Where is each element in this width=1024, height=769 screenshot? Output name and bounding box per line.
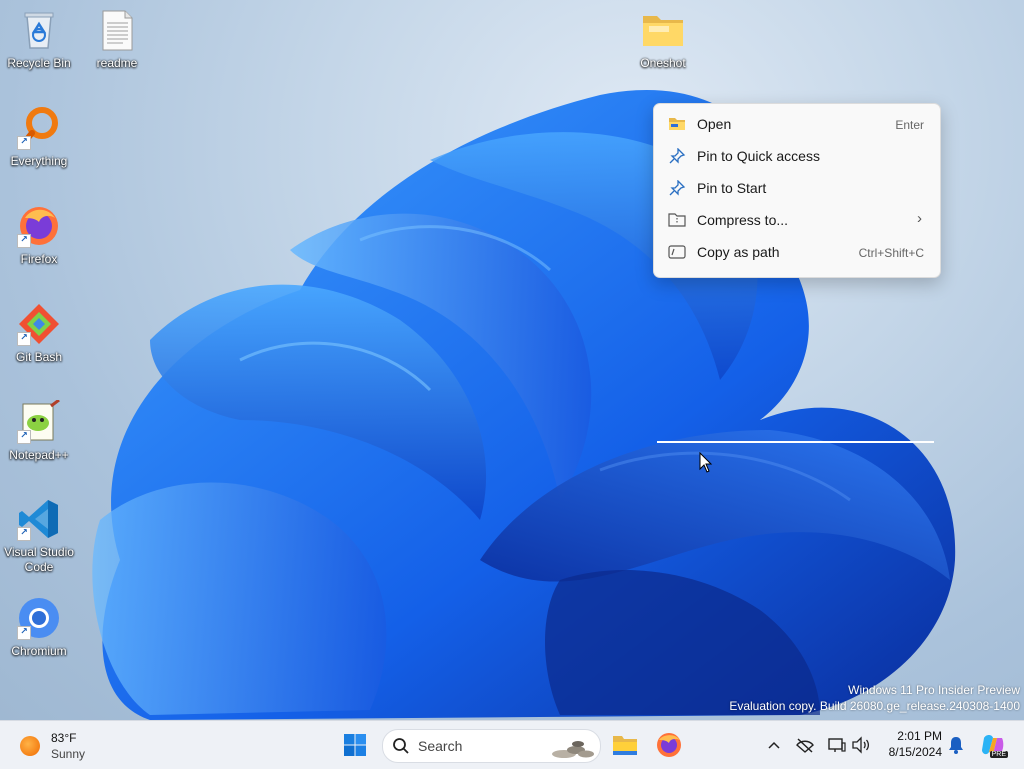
clock-date: 8/15/2024: [888, 745, 942, 759]
search-icon: [393, 738, 409, 754]
menu-item-copy-as-path[interactable]: Copy as path Ctrl+Shift+C: [658, 237, 936, 267]
watermark-line-2: Evaluation copy. Build 26080.ge_release.…: [729, 699, 1020, 713]
desktop-icon-label: Notepad++: [9, 448, 69, 462]
firefox-icon[interactable]: [655, 731, 683, 759]
shortcut-arrow-icon: ↗: [17, 626, 31, 640]
menu-item-pin-to-start[interactable]: Pin to Start: [658, 173, 936, 203]
folder-icon: [641, 8, 685, 52]
copilot-badge: PRE: [989, 751, 1008, 758]
menu-item-label: Pin to Quick access: [697, 148, 820, 164]
desktop-icon-readme[interactable]: readme: [78, 8, 156, 71]
clock-time: 2:01 PM: [897, 729, 942, 743]
weather-widget[interactable]: 83°F Sunny: [16, 730, 126, 762]
desktop-icon-label: Git Bash: [15, 350, 63, 364]
shortcut-arrow-icon: ↗: [17, 332, 31, 346]
system-clock[interactable]: 2:01 PM 8/15/2024: [884, 728, 942, 760]
weather-condition: Sunny: [51, 747, 86, 761]
taskbar: 83°F Sunny Search 2:01 PM 8/15/2024 PRE: [0, 720, 1024, 769]
context-menu: Open Enter Pin to Quick access Pin to St…: [653, 103, 941, 278]
text-file-icon: [95, 8, 139, 52]
recycle-bin-icon: [17, 8, 61, 52]
shortcut-arrow-icon: ↗: [17, 430, 31, 444]
everything-search-icon: ↗: [17, 106, 61, 150]
desktop-icon-label: Firefox: [20, 252, 58, 266]
menu-item-shortcut: Enter: [895, 118, 924, 132]
desktop-icon-label: readme: [96, 56, 138, 70]
notepad-plus-plus-icon: ↗: [17, 398, 61, 444]
menu-item-compress-to[interactable]: Compress to... ›: [658, 205, 936, 235]
taskbar-search-box[interactable]: Search: [382, 729, 601, 763]
menu-item-label: Compress to...: [697, 212, 789, 228]
sun-icon: [20, 736, 40, 756]
desktop-icon-label: Visual Studio Code: [4, 545, 74, 574]
menu-item-label: Pin to Start: [697, 180, 767, 196]
desktop[interactable]: Recycle Bin readme Oneshot ↗ Everything …: [0, 0, 1024, 720]
desktop-icon-git-bash[interactable]: ↗ Git Bash: [0, 302, 78, 365]
firefox-icon: ↗: [17, 204, 61, 248]
weather-temperature: 83°F: [51, 731, 77, 745]
desktop-icon-label: Oneshot: [640, 56, 686, 70]
evaluation-watermark: Windows 11 Pro Insider Preview Evaluatio…: [729, 682, 1020, 714]
copilot-icon[interactable]: PRE: [980, 732, 1008, 758]
shortcut-arrow-icon: ↗: [17, 234, 31, 248]
chevron-up-icon[interactable]: [764, 735, 784, 755]
desktop-icon-label: Recycle Bin: [7, 56, 71, 70]
search-highlight-image-icon: [552, 741, 594, 758]
file-explorer-icon[interactable]: [611, 731, 639, 759]
shortcut-arrow-icon: ↗: [17, 136, 31, 150]
shortcut-arrow-icon: ↗: [17, 527, 31, 541]
speaker-icon[interactable]: [851, 735, 871, 755]
desktop-icon-chromium[interactable]: ↗ Chromium: [0, 596, 78, 659]
menu-item-shortcut: Ctrl+Shift+C: [858, 246, 924, 260]
bell-icon[interactable]: [946, 735, 966, 755]
pin-icon: [669, 180, 686, 196]
desktop-icon-label: Everything: [10, 154, 68, 168]
git-bash-icon: ↗: [17, 302, 61, 346]
watermark-line-1: Windows 11 Pro Insider Preview: [848, 683, 1020, 697]
vscode-icon: ↗: [17, 497, 61, 541]
divider-line: [657, 441, 934, 443]
chromium-icon: ↗: [17, 596, 61, 640]
pin-icon: [669, 148, 686, 164]
desktop-icon-everything[interactable]: ↗ Everything: [0, 106, 78, 169]
network-off-icon[interactable]: [795, 735, 815, 755]
menu-item-label: Copy as path: [697, 244, 780, 260]
menu-item-pin-to-quick-access[interactable]: Pin to Quick access: [658, 141, 936, 171]
display-icon[interactable]: [827, 735, 847, 755]
desktop-icon-notepad-plus-plus[interactable]: ↗ Notepad++: [0, 398, 78, 463]
menu-item-open[interactable]: Open Enter: [658, 109, 936, 139]
desktop-icon-firefox[interactable]: ↗ Firefox: [0, 204, 78, 267]
windows-start-icon[interactable]: [343, 733, 367, 757]
mouse-cursor-icon: [699, 452, 713, 473]
desktop-icon-vscode[interactable]: ↗ Visual Studio Code: [0, 497, 78, 575]
desktop-icon-label: Chromium: [11, 644, 67, 658]
folder-open-icon: [669, 118, 685, 130]
desktop-icon-recycle-bin[interactable]: Recycle Bin: [0, 8, 78, 71]
submenu-chevron-icon: ›: [917, 210, 922, 227]
desktop-icon-oneshot[interactable]: Oneshot: [624, 8, 702, 71]
copy-path-icon: [668, 245, 686, 259]
zip-folder-icon: [668, 213, 686, 227]
search-placeholder: Search: [418, 738, 463, 754]
menu-item-label: Open: [697, 116, 732, 132]
